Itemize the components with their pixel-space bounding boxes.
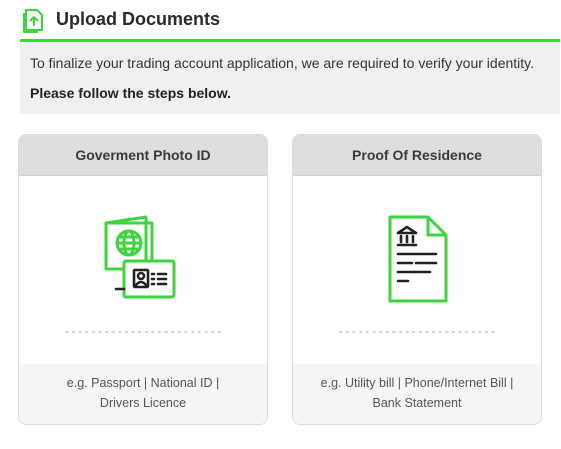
upload-card-photo-id[interactable]: Goverment Photo ID ---------------------… — [18, 134, 268, 425]
examples-line: Drivers Licence — [99, 396, 187, 410]
upload-file-icon — [23, 9, 43, 33]
card-separator: ------------------------ — [63, 325, 223, 338]
info-text: To finalize your trading account applica… — [30, 55, 535, 71]
card-separator: ------------------------ — [337, 325, 497, 338]
examples-line: e.g. Passport | National ID | — [66, 376, 220, 390]
card-examples: e.g. Utility bill | Phone/Internet Bill … — [293, 364, 541, 424]
page-title: Upload Documents — [56, 9, 221, 29]
upload-card-proof-of-residence[interactable]: Proof Of Residence ---------------------… — [292, 134, 542, 425]
bank-statement-icon — [388, 215, 448, 303]
card-title: Proof Of Residence — [293, 135, 541, 176]
examples-line: e.g. Utility bill | Phone/Internet Bill … — [320, 376, 514, 390]
card-title: Goverment Photo ID — [19, 135, 267, 176]
passport-id-icon — [104, 215, 176, 299]
page-header: Upload Documents — [20, 4, 560, 42]
info-box: To finalize your trading account applica… — [20, 42, 560, 114]
info-instruction: Please follow the steps below. — [30, 85, 231, 101]
examples-line: Bank Statement — [372, 396, 462, 410]
card-examples: e.g. Passport | National ID | Drivers Li… — [19, 364, 267, 424]
